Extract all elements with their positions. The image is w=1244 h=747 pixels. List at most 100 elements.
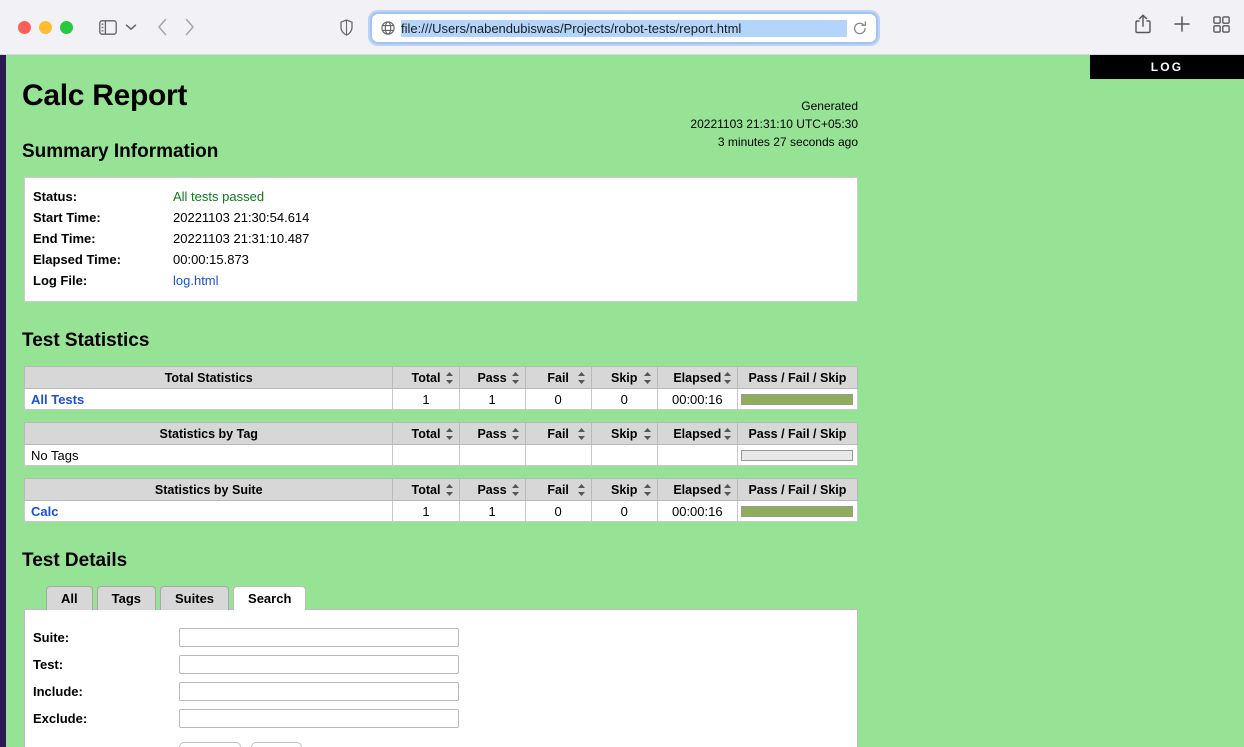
column-label: Pass	[477, 482, 507, 497]
column-label: Total	[411, 482, 441, 497]
stats-header-pass[interactable]: Pass	[458, 366, 526, 389]
generated-relative: 3 minutes 27 seconds ago	[717, 135, 858, 149]
stats-header-skip[interactable]: Skip	[590, 422, 658, 445]
window-controls[interactable]	[18, 20, 73, 34]
stats-header-total[interactable]: Total	[392, 478, 460, 501]
tab-overview-icon[interactable]	[1213, 15, 1230, 33]
shield-icon[interactable]	[340, 19, 353, 41]
url-text[interactable]: file:///Users/nabendubiswas/Projects/rob…	[401, 19, 847, 37]
statistics-table: Statistics by Tag Total Pass Fail Skip Elapse…	[23, 422, 859, 466]
address-bar[interactable]: file:///Users/nabendubiswas/Projects/rob…	[370, 12, 878, 44]
sort-toggle-icon[interactable]	[723, 371, 732, 384]
sort-toggle-icon[interactable]	[643, 427, 652, 440]
stats-name-link[interactable]: All Tests	[31, 392, 84, 407]
back-arrow-icon[interactable]	[157, 18, 168, 36]
table-header-row: Total Statistics Total Pass Fail Skip Elapsed…	[23, 366, 859, 389]
tab-search[interactable]: Search	[233, 586, 307, 610]
stats-row-name: No Tags	[23, 444, 394, 466]
stats-header-elapsed[interactable]: Elapsed	[656, 478, 738, 501]
sort-toggle-icon[interactable]	[511, 371, 520, 384]
stats-header-pass[interactable]: Pass	[458, 422, 526, 445]
summary-label: Log File:	[33, 273, 88, 288]
statistics-table: Statistics by Suite Total Pass Fail Skip Elap…	[23, 478, 859, 522]
stats-cell-pass: 1	[458, 500, 526, 522]
generated-label: Generated	[801, 99, 858, 113]
stats-header-total[interactable]: Total	[392, 366, 460, 389]
sort-toggle-icon[interactable]	[577, 483, 586, 496]
summary-text: 20221103 21:30:54.614	[173, 210, 310, 225]
maximize-window-button[interactable]	[60, 20, 73, 34]
chevron-down-icon[interactable]	[125, 23, 137, 31]
stats-row-name[interactable]: Calc	[23, 500, 394, 522]
log-file-link[interactable]: log.html	[173, 273, 219, 288]
tab-tags[interactable]: Tags	[96, 586, 157, 610]
statistics-heading: Test Statistics	[22, 330, 150, 351]
sort-toggle-icon[interactable]	[445, 371, 454, 384]
stats-header-fail[interactable]: Fail	[524, 478, 592, 501]
search-form-buttons: Search Clear Help	[179, 736, 459, 747]
share-icon[interactable]	[1135, 14, 1151, 34]
summary-value: log.html	[173, 270, 857, 291]
toolbar-right-actions	[1135, 14, 1230, 34]
stats-header-skip[interactable]: Skip	[590, 478, 658, 501]
summary-label: Start Time:	[33, 210, 101, 225]
stats-header-pass[interactable]: Pass	[458, 478, 526, 501]
sort-toggle-icon[interactable]	[511, 483, 520, 496]
stats-cell-graph	[736, 444, 859, 466]
sidebar-icon[interactable]	[99, 19, 117, 35]
sort-toggle-icon[interactable]	[445, 427, 454, 440]
stats-row-name[interactable]: All Tests	[23, 388, 394, 410]
stats-header-fail[interactable]: Fail	[524, 422, 592, 445]
summary-value: 20221103 21:31:10.487	[173, 228, 857, 249]
forward-arrow-icon[interactable]	[184, 18, 195, 36]
summary-row: Status: All tests passed	[25, 186, 857, 207]
stats-header-skip[interactable]: Skip	[590, 366, 658, 389]
search-input-include[interactable]	[179, 682, 459, 701]
stats-header-name[interactable]: Statistics by Tag	[23, 422, 394, 445]
search-input-exclude[interactable]	[179, 709, 459, 728]
column-label: Pass	[477, 426, 507, 441]
stats-header-name[interactable]: Total Statistics	[23, 366, 394, 389]
stats-cell-fail: 0	[524, 500, 592, 522]
sort-toggle-icon[interactable]	[723, 427, 732, 440]
stats-cell-total: 1	[392, 388, 460, 410]
status-badge: All tests passed	[173, 189, 265, 204]
search-input-suite[interactable]	[179, 628, 459, 647]
stats-name-link[interactable]: Calc	[31, 504, 58, 519]
search-field-label: Include:	[33, 684, 83, 699]
stats-header-name[interactable]: Statistics by Suite	[23, 478, 394, 501]
search-field-label: Exclude:	[33, 711, 88, 726]
search-button[interactable]: Search	[179, 742, 241, 747]
sort-toggle-icon[interactable]	[445, 483, 454, 496]
stats-header-total[interactable]: Total	[392, 422, 460, 445]
sort-toggle-icon[interactable]	[643, 371, 652, 384]
search-field-row: Test:	[33, 651, 459, 678]
close-window-button[interactable]	[18, 20, 31, 34]
column-label: Total	[411, 426, 441, 441]
sort-toggle-icon[interactable]	[577, 427, 586, 440]
sort-toggle-icon[interactable]	[723, 483, 732, 496]
clear-button[interactable]: Clear	[250, 742, 303, 747]
column-label: Total	[411, 370, 441, 385]
sort-toggle-icon[interactable]	[643, 483, 652, 496]
search-field-row: Include:	[33, 678, 459, 705]
minimize-window-button[interactable]	[39, 20, 52, 34]
sort-toggle-icon[interactable]	[511, 427, 520, 440]
stats-cell-skip: 0	[590, 500, 658, 522]
stats-header-elapsed[interactable]: Elapsed	[656, 422, 738, 445]
stats-cell-skip	[590, 444, 658, 466]
stats-header-elapsed[interactable]: Elapsed	[656, 366, 738, 389]
column-label: Pass / Fail / Skip	[748, 482, 847, 497]
stats-header-fail[interactable]: Fail	[524, 366, 592, 389]
reload-icon[interactable]	[853, 20, 867, 36]
navigation-arrows[interactable]	[157, 18, 195, 36]
sort-toggle-icon[interactable]	[577, 371, 586, 384]
tab-all[interactable]: All	[46, 586, 93, 610]
plus-icon[interactable]	[1173, 15, 1191, 33]
search-form: Suite: Test: Include: Exclude: Search Clear…	[33, 624, 459, 747]
search-panel: Suite: Test: Include: Exclude: Search Clear…	[24, 609, 858, 747]
search-input-test[interactable]	[179, 655, 459, 674]
tab-suites[interactable]: Suites	[160, 586, 230, 610]
summary-label: End Time:	[33, 231, 96, 246]
summary-text: 00:00:15.873	[173, 252, 249, 267]
